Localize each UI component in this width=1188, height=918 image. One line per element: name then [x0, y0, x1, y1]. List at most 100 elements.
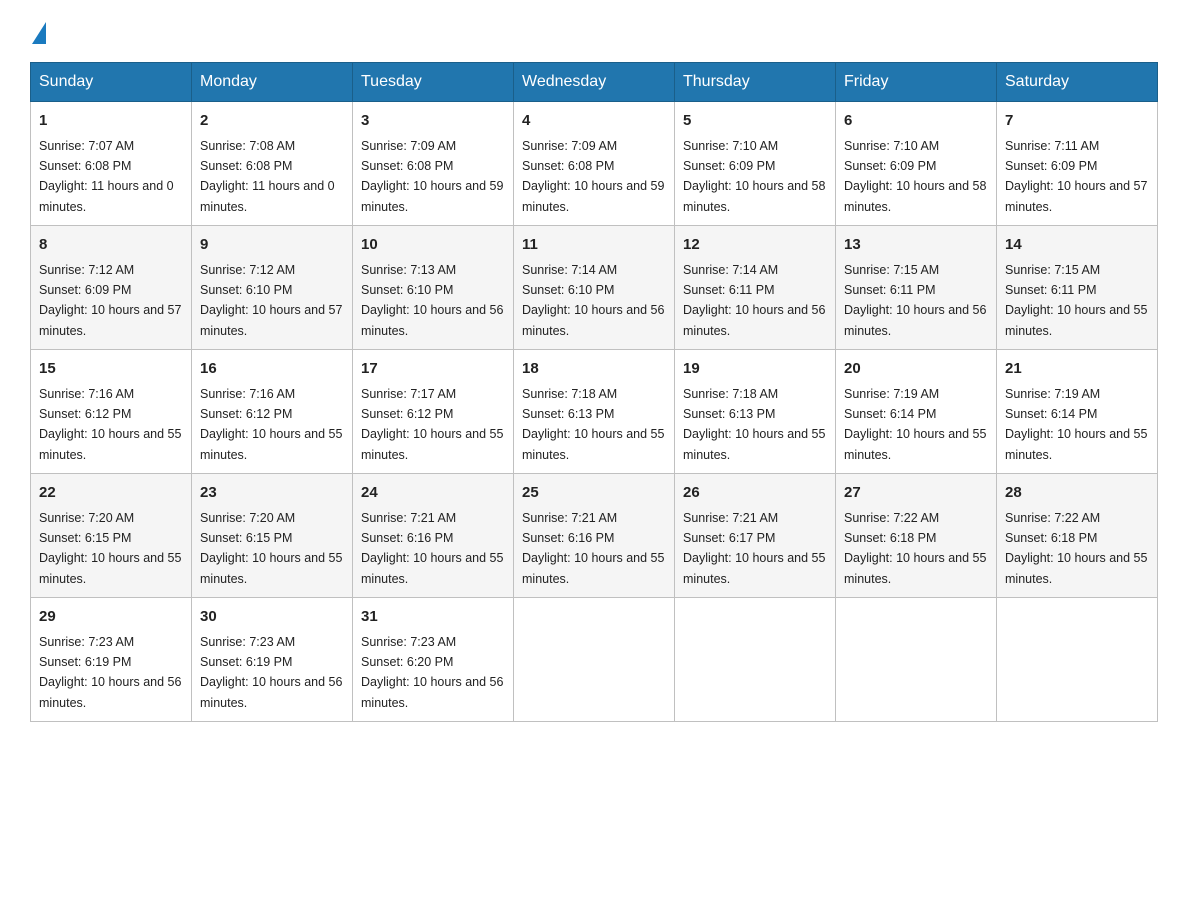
day-info: Sunrise: 7:18 AMSunset: 6:13 PMDaylight:… — [683, 387, 825, 462]
calendar-cell: 31 Sunrise: 7:23 AMSunset: 6:20 PMDayligh… — [353, 598, 514, 722]
day-number: 8 — [39, 234, 183, 257]
calendar-table: SundayMondayTuesdayWednesdayThursdayFrid… — [30, 62, 1158, 722]
calendar-cell — [997, 598, 1158, 722]
calendar-week-row: 8 Sunrise: 7:12 AMSunset: 6:09 PMDaylight… — [31, 226, 1158, 350]
day-number: 16 — [200, 358, 344, 381]
calendar-cell: 6 Sunrise: 7:10 AMSunset: 6:09 PMDaylight… — [836, 102, 997, 226]
day-number: 31 — [361, 606, 505, 629]
calendar-cell: 10 Sunrise: 7:13 AMSunset: 6:10 PMDayligh… — [353, 226, 514, 350]
calendar-cell — [675, 598, 836, 722]
day-number: 1 — [39, 110, 183, 133]
day-info: Sunrise: 7:21 AMSunset: 6:17 PMDaylight:… — [683, 511, 825, 586]
day-number: 13 — [844, 234, 988, 257]
day-number: 27 — [844, 482, 988, 505]
day-number: 24 — [361, 482, 505, 505]
day-number: 11 — [522, 234, 666, 257]
calendar-cell — [514, 598, 675, 722]
weekday-header-wednesday: Wednesday — [514, 63, 675, 102]
day-number: 12 — [683, 234, 827, 257]
calendar-cell: 20 Sunrise: 7:19 AMSunset: 6:14 PMDayligh… — [836, 350, 997, 474]
calendar-cell: 13 Sunrise: 7:15 AMSunset: 6:11 PMDayligh… — [836, 226, 997, 350]
calendar-cell: 22Sunrise: 7:20 AMSunset: 6:15 PMDayligh… — [31, 474, 192, 598]
day-info: Sunrise: 7:15 AMSunset: 6:11 PMDaylight:… — [844, 263, 986, 338]
day-number: 25 — [522, 482, 666, 505]
day-number: 5 — [683, 110, 827, 133]
calendar-cell: 24 Sunrise: 7:21 AMSunset: 6:16 PMDayligh… — [353, 474, 514, 598]
calendar-cell: 25 Sunrise: 7:21 AMSunset: 6:16 PMDayligh… — [514, 474, 675, 598]
calendar-week-row: 15 Sunrise: 7:16 AMSunset: 6:12 PMDayligh… — [31, 350, 1158, 474]
calendar-cell: 17 Sunrise: 7:17 AMSunset: 6:12 PMDayligh… — [353, 350, 514, 474]
day-info: Sunrise: 7:23 AMSunset: 6:19 PMDaylight:… — [39, 635, 181, 710]
weekday-header-thursday: Thursday — [675, 63, 836, 102]
weekday-header-row: SundayMondayTuesdayWednesdayThursdayFrid… — [31, 63, 1158, 102]
day-info: Sunrise: 7:14 AMSunset: 6:10 PMDaylight:… — [522, 263, 664, 338]
day-number: 23 — [200, 482, 344, 505]
logo — [30, 20, 46, 44]
calendar-cell: 2 Sunrise: 7:08 AMSunset: 6:08 PMDaylight… — [192, 102, 353, 226]
day-number: 19 — [683, 358, 827, 381]
weekday-header-tuesday: Tuesday — [353, 63, 514, 102]
day-info: Sunrise: 7:23 AMSunset: 6:19 PMDaylight:… — [200, 635, 342, 710]
day-info: Sunrise: 7:15 AMSunset: 6:11 PMDaylight:… — [1005, 263, 1147, 338]
weekday-header-sunday: Sunday — [31, 63, 192, 102]
day-number: 14 — [1005, 234, 1149, 257]
day-info: Sunrise: 7:10 AMSunset: 6:09 PMDaylight:… — [683, 139, 825, 214]
calendar-cell: 28Sunrise: 7:22 AMSunset: 6:18 PMDayligh… — [997, 474, 1158, 598]
calendar-cell: 1 Sunrise: 7:07 AMSunset: 6:08 PMDaylight… — [31, 102, 192, 226]
weekday-header-saturday: Saturday — [997, 63, 1158, 102]
day-info: Sunrise: 7:10 AMSunset: 6:09 PMDaylight:… — [844, 139, 986, 214]
day-info: Sunrise: 7:12 AMSunset: 6:10 PMDaylight:… — [200, 263, 342, 338]
day-number: 15 — [39, 358, 183, 381]
day-number: 21 — [1005, 358, 1149, 381]
calendar-cell: 4 Sunrise: 7:09 AMSunset: 6:08 PMDaylight… — [514, 102, 675, 226]
weekday-header-monday: Monday — [192, 63, 353, 102]
day-number: 10 — [361, 234, 505, 257]
day-number: 3 — [361, 110, 505, 133]
day-number: 17 — [361, 358, 505, 381]
day-info: Sunrise: 7:12 AMSunset: 6:09 PMDaylight:… — [39, 263, 181, 338]
calendar-week-row: 1 Sunrise: 7:07 AMSunset: 6:08 PMDaylight… — [31, 102, 1158, 226]
calendar-cell: 9 Sunrise: 7:12 AMSunset: 6:10 PMDaylight… — [192, 226, 353, 350]
calendar-week-row: 22Sunrise: 7:20 AMSunset: 6:15 PMDayligh… — [31, 474, 1158, 598]
day-info: Sunrise: 7:17 AMSunset: 6:12 PMDaylight:… — [361, 387, 503, 462]
calendar-week-row: 29Sunrise: 7:23 AMSunset: 6:19 PMDayligh… — [31, 598, 1158, 722]
day-info: Sunrise: 7:08 AMSunset: 6:08 PMDaylight:… — [200, 139, 335, 214]
day-info: Sunrise: 7:13 AMSunset: 6:10 PMDaylight:… — [361, 263, 503, 338]
calendar-cell: 15Sunrise: 7:16 AMSunset: 6:12 PMDayligh… — [31, 350, 192, 474]
day-info: Sunrise: 7:21 AMSunset: 6:16 PMDaylight:… — [522, 511, 664, 586]
day-info: Sunrise: 7:14 AMSunset: 6:11 PMDaylight:… — [683, 263, 825, 338]
day-info: Sunrise: 7:19 AMSunset: 6:14 PMDaylight:… — [1005, 387, 1147, 462]
logo-triangle-icon — [32, 22, 46, 44]
day-info: Sunrise: 7:19 AMSunset: 6:14 PMDaylight:… — [844, 387, 986, 462]
day-number: 4 — [522, 110, 666, 133]
calendar-cell: 3 Sunrise: 7:09 AMSunset: 6:08 PMDaylight… — [353, 102, 514, 226]
day-info: Sunrise: 7:22 AMSunset: 6:18 PMDaylight:… — [844, 511, 986, 586]
page-header — [30, 20, 1158, 44]
day-number: 7 — [1005, 110, 1149, 133]
calendar-cell — [836, 598, 997, 722]
day-info: Sunrise: 7:09 AMSunset: 6:08 PMDaylight:… — [522, 139, 664, 214]
calendar-cell: 30Sunrise: 7:23 AMSunset: 6:19 PMDayligh… — [192, 598, 353, 722]
calendar-cell: 19 Sunrise: 7:18 AMSunset: 6:13 PMDayligh… — [675, 350, 836, 474]
day-info: Sunrise: 7:23 AMSunset: 6:20 PMDaylight:… — [361, 635, 503, 710]
day-info: Sunrise: 7:18 AMSunset: 6:13 PMDaylight:… — [522, 387, 664, 462]
calendar-cell: 14 Sunrise: 7:15 AMSunset: 6:11 PMDayligh… — [997, 226, 1158, 350]
day-info: Sunrise: 7:21 AMSunset: 6:16 PMDaylight:… — [361, 511, 503, 586]
calendar-cell: 21 Sunrise: 7:19 AMSunset: 6:14 PMDayligh… — [997, 350, 1158, 474]
day-info: Sunrise: 7:20 AMSunset: 6:15 PMDaylight:… — [39, 511, 181, 586]
calendar-cell: 12 Sunrise: 7:14 AMSunset: 6:11 PMDayligh… — [675, 226, 836, 350]
calendar-cell: 7Sunrise: 7:11 AMSunset: 6:09 PMDaylight… — [997, 102, 1158, 226]
day-info: Sunrise: 7:07 AMSunset: 6:08 PMDaylight:… — [39, 139, 174, 214]
day-info: Sunrise: 7:09 AMSunset: 6:08 PMDaylight:… — [361, 139, 503, 214]
day-number: 28 — [1005, 482, 1149, 505]
calendar-cell: 16 Sunrise: 7:16 AMSunset: 6:12 PMDayligh… — [192, 350, 353, 474]
day-number: 20 — [844, 358, 988, 381]
day-info: Sunrise: 7:20 AMSunset: 6:15 PMDaylight:… — [200, 511, 342, 586]
calendar-cell: 29Sunrise: 7:23 AMSunset: 6:19 PMDayligh… — [31, 598, 192, 722]
day-number: 2 — [200, 110, 344, 133]
calendar-cell: 26Sunrise: 7:21 AMSunset: 6:17 PMDayligh… — [675, 474, 836, 598]
day-number: 6 — [844, 110, 988, 133]
day-number: 9 — [200, 234, 344, 257]
calendar-cell: 18Sunrise: 7:18 AMSunset: 6:13 PMDayligh… — [514, 350, 675, 474]
day-info: Sunrise: 7:16 AMSunset: 6:12 PMDaylight:… — [200, 387, 342, 462]
